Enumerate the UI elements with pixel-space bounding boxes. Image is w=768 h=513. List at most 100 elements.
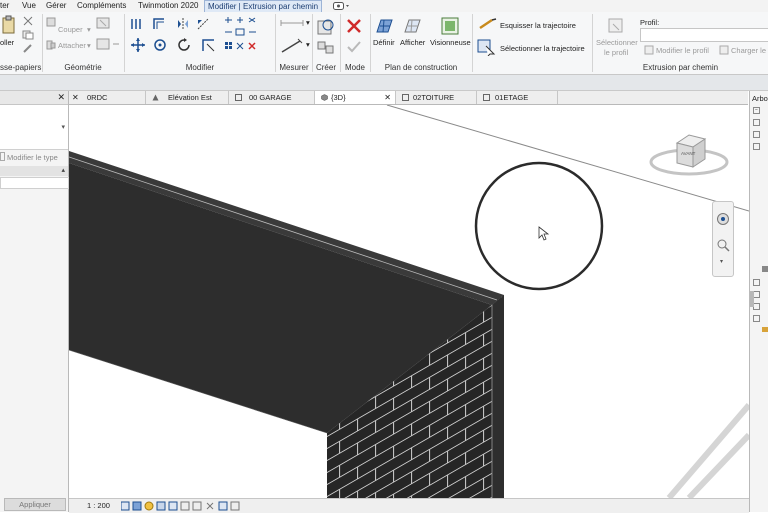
properties-header: ✕ [0, 91, 68, 105]
split-face-icon[interactable] [96, 38, 110, 50]
close-icon[interactable]: ✕ [72, 91, 79, 104]
tree-expander[interactable]: − [753, 107, 760, 114]
mode-panel-title: Mode [344, 63, 365, 72]
copy-icon[interactable] [22, 30, 34, 40]
wall-joins-icon[interactable] [96, 17, 110, 29]
menu-item-view[interactable]: Vue [22, 0, 36, 12]
tab-00-garage[interactable]: 00 GARAGE [229, 91, 315, 104]
tab-02toiture[interactable]: 02TOITURE [396, 91, 477, 104]
mirror-pick-icon[interactable] [176, 17, 190, 31]
tab-3d[interactable]: {3D} ✕ [315, 91, 396, 104]
options-bar [0, 75, 768, 91]
chevron-up-icon[interactable]: ▴ [61, 166, 65, 174]
pick-path-icon[interactable] [476, 38, 498, 56]
tree-item-icon[interactable] [762, 266, 768, 272]
steering-wheel-icon[interactable] [716, 212, 730, 226]
cut-icon[interactable] [22, 16, 34, 26]
3d-view-canvas[interactable]: AVANT ▾ [69, 105, 749, 498]
panel-separator [124, 14, 125, 72]
move-icon[interactable] [130, 37, 146, 53]
paste-icon[interactable] [2, 15, 16, 35]
view-control-bar: 1 : 200 [69, 498, 749, 513]
tree-expander[interactable] [753, 303, 760, 310]
type-selector[interactable]: ▾ [0, 105, 68, 150]
menu-bar: ter Vue Gérer Compléments Twinmotion 202… [0, 0, 768, 12]
tab-0rdc[interactable]: ✕ 0RDC [69, 91, 146, 104]
select-profile-label[interactable]: Sélectionner [596, 38, 638, 47]
menu-item-addins[interactable]: Compléments [77, 0, 126, 12]
select-profile-icon[interactable] [606, 16, 626, 36]
viewcube-face-label: AVANT [681, 151, 696, 156]
tree-expander[interactable] [753, 119, 760, 126]
workplane-viewer-icon[interactable] [440, 16, 460, 36]
properties-panel: ✕ ▾ Modifier le type ▴ Appliquer [0, 91, 69, 512]
panel-separator [42, 14, 43, 72]
view-control-icons[interactable] [121, 501, 241, 511]
modify-tools-grid-icon[interactable] [222, 15, 262, 55]
modify-profile-button[interactable]: Modifier le profil [656, 46, 709, 55]
tree-expander[interactable] [753, 315, 760, 322]
paste-label[interactable]: oller [0, 38, 14, 47]
dimension-icon[interactable] [280, 38, 304, 54]
close-icon[interactable]: ✕ [384, 91, 391, 104]
scrollbar-thumb[interactable] [750, 291, 754, 307]
apply-button[interactable]: Appliquer [4, 498, 66, 511]
join-icon[interactable] [46, 40, 56, 50]
menu-item-ter[interactable]: ter [0, 0, 9, 12]
tree-expander[interactable] [753, 143, 760, 150]
modify-profile-icon[interactable] [644, 45, 654, 55]
create-group-icon[interactable] [316, 40, 336, 56]
tab-label: 01ETAGE [495, 93, 529, 102]
align-icon[interactable] [130, 17, 146, 31]
select-profile-label-2[interactable]: le profil [604, 48, 628, 57]
tab-label: 00 GARAGE [249, 93, 292, 102]
join-geometry-label[interactable]: Attacher [58, 41, 86, 50]
measure-between-icon[interactable] [280, 18, 304, 28]
workplane-panel-title: Plan de construction [384, 63, 458, 72]
tree-item-icon[interactable] [762, 327, 768, 332]
zoom-region-icon[interactable] [716, 238, 730, 252]
menu-item-manage[interactable]: Gérer [46, 0, 66, 12]
menu-item-twinmotion[interactable]: Twinmotion 2020 [138, 0, 198, 12]
show-workplane-icon[interactable] [402, 16, 422, 36]
properties-group-header[interactable]: ▴ [0, 166, 68, 176]
plan-view-icon [402, 94, 409, 101]
tree-expander[interactable] [753, 291, 760, 298]
trim-extend-icon[interactable] [200, 37, 216, 53]
view-scale[interactable]: 1 : 200 [87, 501, 110, 510]
sketch-path-button[interactable]: Esquisser la trajectoire [500, 21, 576, 30]
tree-expander[interactable] [753, 279, 760, 286]
tab-01etage[interactable]: 01ETAGE [477, 91, 558, 104]
property-row[interactable] [0, 177, 69, 189]
copy-element-icon[interactable] [152, 37, 168, 53]
match-properties-icon[interactable] [22, 44, 34, 54]
menu-item-modify-sweep[interactable]: Modifier | Extrusion par chemin [204, 0, 323, 12]
chevron-down-icon[interactable]: ▾ [61, 123, 65, 131]
show-workplane-label[interactable]: Afficher [400, 38, 425, 47]
project-browser-title: Arbo [752, 94, 768, 103]
mirror-draw-icon[interactable] [196, 17, 210, 31]
tab-elevation-est[interactable]: Elévation Est [146, 91, 229, 104]
cope-icon[interactable] [46, 17, 56, 27]
close-icon[interactable]: ✕ [57, 91, 65, 104]
load-profile-button[interactable]: Charger le [731, 46, 766, 55]
finish-mode-icon[interactable] [346, 40, 362, 54]
viewcube[interactable]: AVANT [647, 129, 729, 183]
define-workplane-label[interactable]: Définir [373, 38, 395, 47]
define-workplane-icon[interactable] [374, 16, 394, 36]
workplane-viewer-label[interactable]: Visionneuse [430, 38, 471, 47]
cut-geometry-label[interactable]: Couper [58, 25, 83, 34]
paint-icon[interactable] [112, 38, 120, 50]
pick-path-button[interactable]: Sélectionner la trajectoire [500, 44, 585, 53]
chevron-down-icon[interactable]: ▾ [720, 258, 723, 265]
load-profile-icon[interactable] [719, 45, 729, 55]
tree-expander[interactable] [753, 131, 760, 138]
sketch-path-icon[interactable] [478, 18, 498, 30]
profile-label: Profil: [640, 18, 660, 27]
edit-type-button[interactable]: Modifier le type [0, 152, 58, 162]
offset-icon[interactable] [152, 17, 166, 31]
rotate-icon[interactable] [176, 37, 192, 53]
profile-dropdown[interactable] [640, 28, 768, 42]
cancel-mode-icon[interactable] [346, 18, 362, 34]
create-similar-icon[interactable] [316, 17, 336, 37]
